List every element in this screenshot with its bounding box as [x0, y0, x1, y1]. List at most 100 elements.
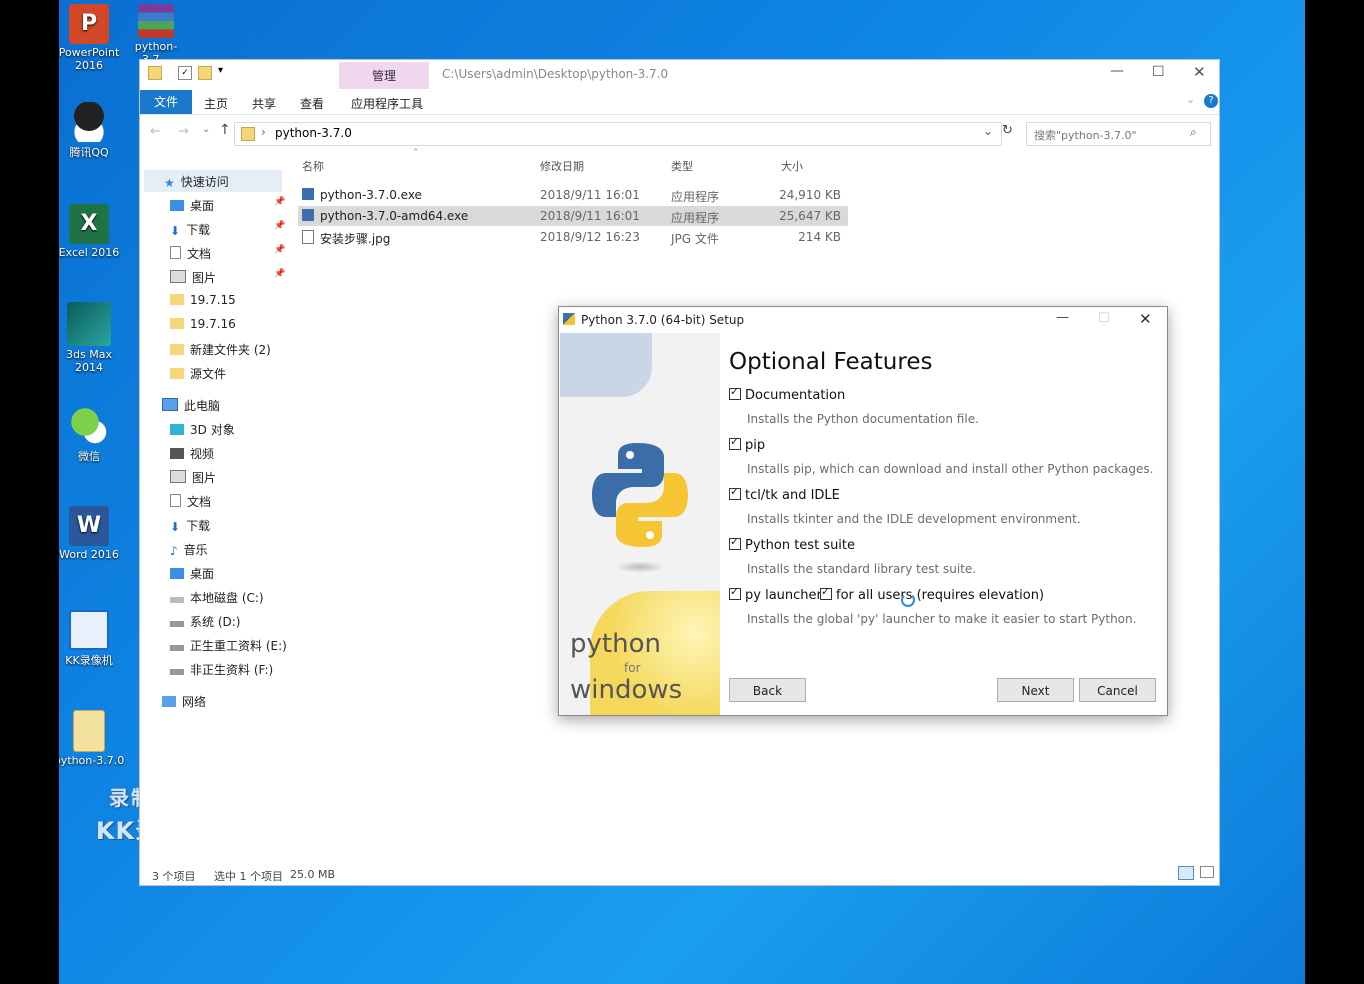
nav-item-folder-19716[interactable]: 19.7.16 — [170, 317, 236, 331]
nav-item-folder-19715[interactable]: 19.7.15 — [170, 293, 236, 307]
desktop-icon-wechat[interactable]: 微信 — [59, 406, 127, 464]
option-for-all-users[interactable]: for all users (requires elevation) — [820, 585, 1044, 603]
nav-network[interactable]: 网络 — [162, 693, 206, 710]
desktop-icon-python-folder[interactable]: python-3.7.0 — [59, 710, 127, 767]
nav-label: 本地磁盘 (C:) — [190, 591, 264, 605]
forward-arrow-icon[interactable]: → — [178, 124, 189, 139]
nav-item-drive-e[interactable]: 正生重工资料 (E:) — [170, 637, 287, 654]
nav-item-documents-pc[interactable]: 文档 — [170, 493, 211, 510]
breadcrumb-current[interactable]: python-3.7.0 — [275, 126, 352, 140]
nav-item-desktop[interactable]: 桌面 — [170, 197, 214, 214]
option-label: tcl/tk and IDLE — [745, 488, 840, 503]
checkbox-tcltk-idle[interactable] — [729, 485, 741, 500]
file-row-selected[interactable]: python-3.7.0-amd64.exe 2018/9/11 16:01 应… — [298, 206, 848, 226]
busy-cursor-icon — [901, 593, 915, 607]
properties-icon[interactable]: ✓ — [178, 66, 192, 80]
file-row[interactable]: 安装步骤.jpg 2018/9/12 16:23 JPG 文件 214 KB — [298, 227, 848, 247]
details-view-icon[interactable] — [1178, 866, 1194, 880]
document-icon — [170, 246, 181, 259]
help-icon[interactable]: ? — [1204, 94, 1218, 108]
nav-item-pictures[interactable]: 图片 — [170, 269, 216, 286]
desktop-icon-qq[interactable]: 腾讯QQ — [59, 102, 127, 160]
setup-minimize-button[interactable]: — — [1056, 310, 1069, 325]
desktop-icon-word[interactable]: W Word 2016 — [59, 506, 127, 561]
setup-close-button[interactable]: ✕ — [1139, 310, 1152, 328]
search-input[interactable]: 搜索"python-3.7.0" ⌕ — [1026, 122, 1211, 146]
column-type[interactable]: 类型 — [671, 158, 693, 174]
nav-item-drive-f[interactable]: 非正生资料 (F:) — [170, 661, 273, 678]
nav-item-drive-c[interactable]: 本地磁盘 (C:) — [170, 589, 264, 606]
next-button[interactable]: Next — [997, 678, 1074, 702]
minimize-button[interactable]: — — [1110, 63, 1124, 79]
column-name[interactable]: 名称 — [302, 158, 324, 174]
desktop-icon-powerpoint[interactable]: P PowerPoint 2016 — [59, 4, 127, 72]
new-folder-icon[interactable] — [198, 66, 212, 80]
pin-icon[interactable]: 📌 — [274, 245, 285, 255]
breadcrumb-chevron-icon[interactable]: › — [261, 125, 266, 139]
desktop-icon-label: 腾讯QQ — [69, 146, 109, 159]
nav-this-pc[interactable]: 此电脑 — [162, 397, 220, 414]
back-arrow-icon[interactable]: ← — [150, 124, 161, 139]
maximize-button[interactable]: ☐ — [1152, 64, 1165, 80]
nav-item-downloads-pc[interactable]: ⬇ 下载 — [170, 517, 210, 534]
tab-view[interactable]: 查看 — [300, 95, 324, 112]
file-row[interactable]: python-3.7.0.exe 2018/9/11 16:01 应用程序 24… — [298, 185, 848, 205]
checkbox-test-suite[interactable] — [729, 535, 741, 550]
desktop-icon-kk-recorder[interactable]: KK录像机 — [59, 610, 127, 668]
ribbon-expand-icon[interactable]: ⌄ — [1186, 93, 1195, 106]
option-desc: Installs the standard library test suite… — [747, 562, 977, 576]
column-size[interactable]: 大小 — [781, 158, 803, 174]
back-button[interactable]: Back — [729, 678, 806, 702]
nav-quick-access[interactable]: ★ 快速访问 — [164, 173, 229, 190]
tab-home[interactable]: 主页 — [204, 95, 228, 112]
nav-item-videos[interactable]: 视频 — [170, 445, 214, 462]
pin-icon[interactable]: 📌 — [274, 269, 285, 279]
option-py-launcher[interactable]: py launcher — [729, 585, 822, 603]
checkbox-documentation[interactable] — [729, 385, 741, 400]
nav-item-documents[interactable]: 文档 — [170, 245, 211, 262]
up-arrow-icon[interactable]: ↑ — [219, 122, 231, 138]
computer-icon — [162, 398, 178, 411]
pin-icon[interactable]: 📌 — [274, 221, 285, 231]
checkbox-py-launcher[interactable] — [729, 585, 741, 600]
pin-icon[interactable]: 📌 — [274, 197, 285, 207]
nav-item-new-folder-2[interactable]: 新建文件夹 (2) — [170, 341, 271, 358]
refresh-icon[interactable]: ↻ — [1002, 123, 1013, 138]
option-test-suite[interactable]: Python test suite — [729, 535, 855, 553]
checkbox-for-all-users[interactable] — [820, 585, 832, 600]
option-documentation[interactable]: Documentation — [729, 385, 845, 403]
file-date: 2018/9/11 16:01 — [540, 188, 640, 202]
option-tcltk-idle[interactable]: tcl/tk and IDLE — [729, 485, 840, 503]
close-button[interactable]: ✕ — [1193, 63, 1206, 81]
tab-share[interactable]: 共享 — [252, 95, 276, 112]
desktop-icon-label: python-3.7.0 — [59, 754, 125, 767]
nav-item-pictures-pc[interactable]: 图片 — [170, 469, 216, 486]
tab-app-tools[interactable]: 应用程序工具 — [351, 95, 423, 112]
nav-item-source-files[interactable]: 源文件 — [170, 365, 226, 382]
nav-item-downloads[interactable]: ⬇ 下载 — [170, 221, 210, 238]
nav-item-desktop-pc[interactable]: 桌面 — [170, 565, 214, 582]
desktop-icon-python-archive[interactable]: python-3.7... — [121, 4, 191, 64]
cancel-button[interactable]: Cancel — [1079, 678, 1156, 702]
option-pip[interactable]: pip — [729, 435, 765, 453]
nav-item-music[interactable]: ♪ 音乐 — [170, 541, 208, 558]
kk-recorder-icon — [69, 610, 109, 650]
desktop-icon-excel[interactable]: X Excel 2016 — [59, 204, 127, 259]
nav-item-drive-d[interactable]: 系统 (D:) — [170, 613, 240, 630]
desktop-icon-3dsmax[interactable]: 3ds Max 2014 — [59, 302, 127, 374]
folder-icon — [170, 344, 184, 355]
recent-dropdown-icon[interactable]: ⌄ — [202, 124, 210, 135]
drive-icon — [170, 621, 184, 627]
3dsmax-icon — [67, 302, 111, 346]
checkbox-pip[interactable] — [729, 435, 741, 450]
large-icons-view-icon[interactable] — [1200, 866, 1214, 878]
tab-manage[interactable]: 管理 — [339, 62, 429, 89]
quick-access-dropdown-icon[interactable]: ▾ — [218, 65, 223, 76]
python-logo-icon — [592, 443, 688, 547]
column-date[interactable]: 修改日期 — [540, 158, 584, 174]
address-bar[interactable]: › python-3.7.0 ⌄ — [234, 122, 1002, 146]
zip-folder-icon — [73, 710, 105, 752]
address-dropdown-icon[interactable]: ⌄ — [983, 124, 993, 138]
nav-item-3d-objects[interactable]: 3D 对象 — [170, 421, 235, 438]
nav-label: 源文件 — [190, 367, 227, 381]
